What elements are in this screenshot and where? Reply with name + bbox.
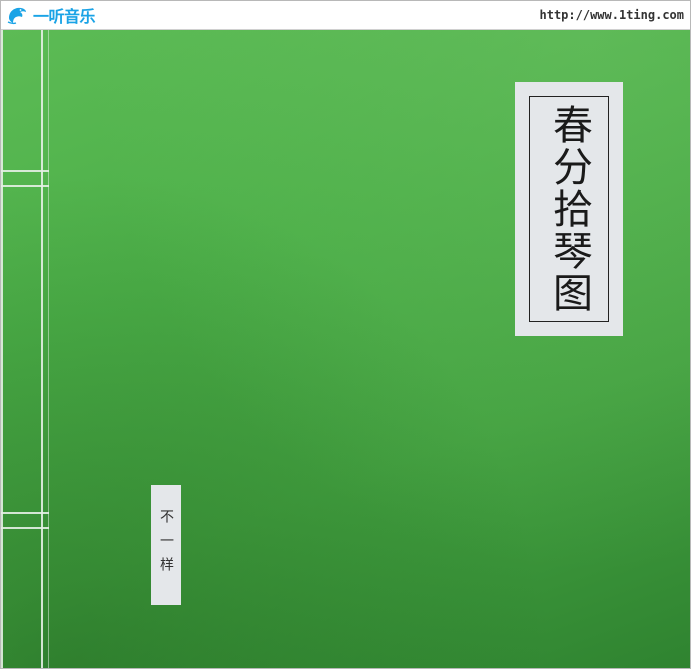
binding-stitch	[1, 512, 49, 514]
binding-stitch	[1, 527, 49, 529]
album-cover: 春分拾琴图 不一样	[1, 30, 690, 668]
artist-label: 不一样	[151, 485, 181, 605]
title-label-border: 春分拾琴图	[529, 96, 609, 322]
binding-line	[48, 30, 49, 668]
album-title: 春分拾琴图	[546, 104, 592, 314]
binding-stitch	[1, 170, 49, 172]
title-label: 春分拾琴图	[515, 82, 623, 336]
logo-text: 一听音乐	[33, 7, 96, 26]
site-logo[interactable]: 一听音乐	[5, 3, 96, 27]
book-binding	[1, 30, 49, 668]
binding-stitch	[1, 185, 49, 187]
binding-line	[41, 30, 43, 668]
site-url[interactable]: http://www.1ting.com	[540, 8, 685, 22]
watermark-bar: 一听音乐 http://www.1ting.com	[1, 1, 690, 30]
artist-name: 不一样	[158, 509, 174, 581]
dolphin-icon	[7, 7, 26, 25]
binding-line	[1, 30, 3, 668]
